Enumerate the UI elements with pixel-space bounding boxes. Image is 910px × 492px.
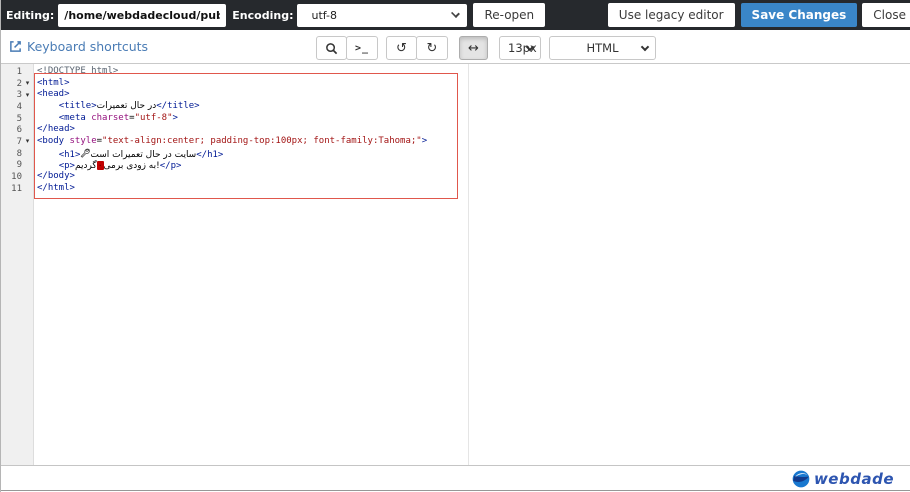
code-token: <meta	[58, 112, 86, 123]
reopen-button[interactable]: Re-open	[473, 3, 546, 27]
code-editor[interactable]: 1 2 ▾ 3 ▾ 4 5 6 7 ▾ 8 9 10 11 <!DOCTYPE html> <html> <h…	[1, 64, 910, 465]
line-number[interactable]: 2 ▾	[1, 78, 33, 90]
line-number[interactable]: 10	[1, 171, 33, 183]
code-token: <!DOCTYPE html>	[37, 66, 119, 76]
save-changes-button[interactable]: Save Changes	[740, 3, 858, 27]
keyboard-shortcuts-label: Keyboard shortcuts	[27, 39, 149, 54]
fold-caret-icon[interactable]: ▾	[22, 91, 33, 99]
code-token: در حال تعمیرات	[96, 101, 157, 112]
horizontal-arrow-icon: ↔	[468, 40, 479, 56]
code-token: "utf-8"	[134, 112, 173, 123]
code-line[interactable]: <meta charset="utf-8">	[37, 113, 910, 125]
code-line[interactable]: <title>در حال تعمیرات</title>	[37, 101, 910, 113]
code-token: <body	[37, 136, 65, 147]
line-number[interactable]: 3 ▾	[1, 89, 33, 101]
fold-caret-icon[interactable]: ▾	[22, 80, 33, 87]
zwnj-marker: ·	[96, 160, 104, 170]
gutter: 1 2 ▾ 3 ▾ 4 5 6 7 ▾ 8 9 10 11	[1, 64, 34, 465]
code-line[interactable]: <body style="text-align:center; padding-…	[37, 136, 910, 148]
code-token: </html>	[37, 182, 75, 193]
use-legacy-editor-button[interactable]: Use legacy editor	[607, 3, 735, 27]
code-token: "text-align:center; padding-top:100px; f…	[102, 136, 422, 147]
editing-label: Editing:	[6, 8, 55, 22]
encoding-label: Encoding:	[232, 8, 294, 22]
undo-button[interactable]: ↺	[386, 36, 417, 60]
terminal-icon: >_	[354, 42, 370, 54]
code-line[interactable]: </html>	[37, 183, 910, 195]
search-button[interactable]	[316, 36, 347, 60]
redo-button[interactable]: ↻	[416, 36, 448, 60]
code-token: </body>	[37, 171, 75, 182]
encoding-select[interactable]: utf-8	[297, 3, 468, 27]
code-token: style	[69, 136, 97, 147]
fold-caret-icon[interactable]: ▾	[22, 138, 33, 145]
line-number[interactable]: 7 ▾	[1, 136, 33, 148]
file-path-input[interactable]	[58, 3, 227, 27]
file-editor-window: Editing: Encoding: utf-8 Re-open Use leg…	[0, 0, 910, 492]
line-number[interactable]: 11	[1, 183, 33, 195]
line-number[interactable]: 1	[1, 66, 33, 78]
code-token: </h1>	[196, 149, 224, 160]
code-token: سایت در حال تعمیرات است	[90, 149, 197, 160]
webdade-logo: webdade	[791, 469, 894, 489]
terminal-button[interactable]: >_	[346, 36, 378, 60]
code-token: >	[172, 112, 178, 123]
code-line[interactable]: <head>	[37, 89, 910, 101]
edit-box-icon	[9, 40, 22, 53]
code-lines[interactable]: <!DOCTYPE html> <html> <head> <title>در حا…	[35, 64, 910, 465]
line-number[interactable]: 8	[1, 148, 33, 160]
word-wrap-toggle[interactable]: ↔	[459, 36, 488, 60]
code-token: >	[421, 136, 428, 147]
code-line[interactable]: <h1> سایت در حال تعمیرات است</h1>	[37, 148, 910, 160]
line-number[interactable]: 9	[1, 160, 33, 172]
footer: webdade	[1, 465, 910, 491]
line-number[interactable]: 5	[1, 113, 33, 125]
code-token: <h1>	[58, 149, 81, 160]
code-token: </title>	[156, 101, 200, 112]
font-size-select[interactable]: 13px	[499, 36, 541, 60]
syntax-mode-value: HTML	[586, 41, 619, 55]
line-number[interactable]: 4	[1, 101, 33, 113]
code-token: <title>	[58, 101, 97, 112]
code-line[interactable]: <!DOCTYPE html>	[37, 66, 910, 78]
chevron-down-icon	[451, 8, 461, 18]
code-line[interactable]: <p> به زودی برمی·گردیم!</p>	[37, 160, 910, 172]
code-token: </p>	[159, 160, 182, 171]
undo-icon: ↺	[396, 40, 407, 56]
close-button[interactable]: Close	[862, 3, 910, 27]
print-margin-ruler	[468, 64, 469, 465]
search-icon	[325, 42, 338, 55]
editor-toolbar: Keyboard shortcuts >_ ↺ ↻ ↔ 13px HTML	[1, 30, 910, 64]
code-token: <head>	[37, 89, 70, 100]
code-token: به زودی برمی	[103, 160, 157, 171]
line-number[interactable]: 6	[1, 124, 33, 136]
syntax-mode-select[interactable]: HTML	[549, 36, 656, 60]
brand-name: webdade	[813, 470, 894, 488]
code-token: charset	[91, 112, 130, 123]
redo-icon: ↻	[426, 40, 438, 56]
keyboard-shortcuts-link[interactable]: Keyboard shortcuts	[9, 39, 148, 54]
code-token: <html>	[37, 77, 70, 88]
code-line[interactable]: </head>	[37, 124, 910, 136]
top-bar: Editing: Encoding: utf-8 Re-open Use leg…	[1, 0, 910, 30]
code-line[interactable]: </body>	[37, 171, 910, 183]
code-token: </head>	[37, 124, 75, 135]
webdade-logo-icon	[791, 469, 811, 489]
encoding-value: utf-8	[311, 8, 337, 22]
code-token: <p>	[58, 160, 75, 171]
wrench-icon	[80, 148, 91, 160]
chevron-down-icon	[640, 42, 650, 52]
code-line[interactable]: <html>	[37, 78, 910, 90]
